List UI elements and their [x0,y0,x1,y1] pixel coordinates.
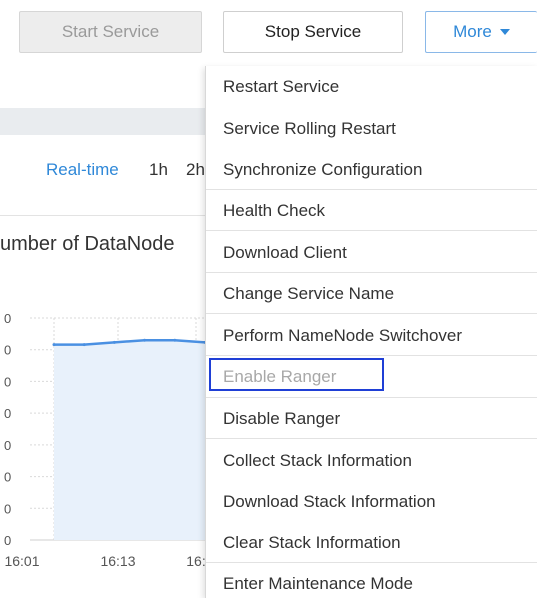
menu-divider [206,438,537,439]
menu-divider [206,189,537,190]
x-tick-label: 16:01 [4,553,39,569]
caret-down-icon [499,29,510,35]
series-area [54,340,205,540]
time-range-realtime[interactable]: Real-time [46,160,119,180]
x-tick-label: 16:13 [100,553,135,569]
y-tick-label: 0 [4,311,11,326]
focus-highlight [209,358,384,391]
menu-divider [206,272,537,273]
menu-item-synchronize-configuration[interactable]: Synchronize Configuration [206,160,537,180]
series-point [143,338,147,342]
y-tick-label: 0 [4,438,11,453]
menu-item-enter-maintenance-mode[interactable]: Enter Maintenance Mode [206,574,537,594]
menu-item-disable-ranger[interactable]: Disable Ranger [206,409,537,429]
menu-item-download-client[interactable]: Download Client [206,243,537,263]
chart-title: umber of DataNode [0,233,175,255]
menu-divider [206,313,537,314]
menu-divider [206,397,537,398]
y-tick-label: 0 [4,343,11,358]
menu-item-perform-namenode-switchover[interactable]: Perform NameNode Switchover [206,326,537,346]
more-button[interactable]: More [425,11,537,53]
menu-divider [206,355,537,356]
menu-item-service-rolling-restart[interactable]: Service Rolling Restart [206,119,537,139]
menu-item-restart-service[interactable]: Restart Service [206,77,537,97]
series-point [52,343,56,347]
y-tick-label: 0 [4,470,11,485]
series-point [173,338,177,342]
series-point [112,340,116,344]
time-range-2h[interactable]: 2h [186,160,205,180]
menu-item-collect-stack-information[interactable]: Collect Stack Information [206,451,537,471]
y-tick-label: 0 [4,406,11,421]
x-tick-label: 16: [186,553,205,569]
y-tick-label: 0 [4,374,11,389]
menu-divider [206,230,537,231]
menu-item-change-service-name[interactable]: Change Service Name [206,284,537,304]
more-dropdown-menu: Restart Service Service Rolling Restart … [205,66,537,598]
menu-item-health-check[interactable]: Health Check [206,201,537,221]
start-service-button[interactable]: Start Service [19,11,202,53]
y-tick-label: 0 [4,501,11,516]
menu-divider [206,562,537,563]
series-point [82,343,86,347]
menu-item-clear-stack-information[interactable]: Clear Stack Information [206,533,537,553]
time-range-1h[interactable]: 1h [149,160,168,180]
datanode-chart: 0 0 0 0 0 0 0 0 16:01 16:13 16: [4,311,205,569]
stop-service-button[interactable]: Stop Service [223,11,403,53]
menu-item-download-stack-information[interactable]: Download Stack Information [206,492,537,512]
more-label: More [453,22,492,41]
y-tick-label: 0 [4,533,11,548]
